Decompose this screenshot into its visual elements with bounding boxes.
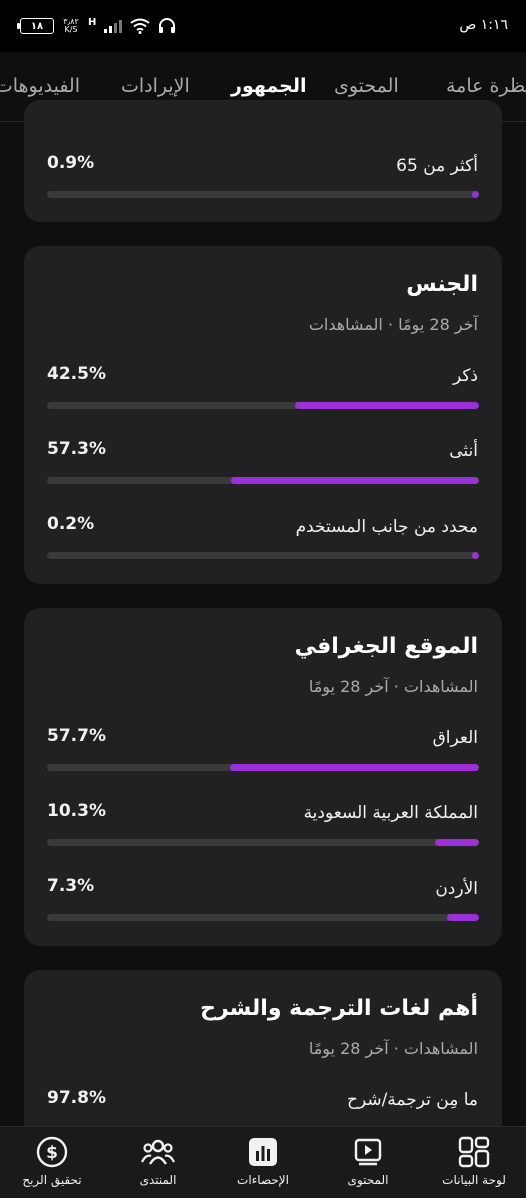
- network-speed-unit: K/S: [64, 25, 78, 34]
- nav-label: المحتوى: [347, 1173, 389, 1187]
- tab-overview[interactable]: نظرة عامة: [446, 75, 526, 97]
- row-label: العراق: [432, 728, 478, 748]
- content-icon: [354, 1138, 382, 1166]
- row-label: أكثر من 65: [396, 156, 478, 176]
- row-percent: 97.8%: [47, 1088, 106, 1108]
- progress-track: [47, 191, 479, 198]
- wifi-icon: [130, 18, 150, 34]
- cell-signal-icon: [104, 19, 123, 33]
- nav-earn[interactable]: $ تحقيق الربح: [2, 1135, 102, 1187]
- signal-type: H: [88, 16, 97, 28]
- progress-track: [47, 402, 479, 409]
- nav-label: المنتدى: [139, 1173, 177, 1187]
- card-title: الجنس: [406, 272, 478, 297]
- nav-label: تحقيق الربح: [22, 1173, 82, 1187]
- card-title: الموقع الجغرافي: [294, 634, 478, 659]
- row-label: المملكة العربية السعودية: [303, 803, 478, 823]
- community-icon: [141, 1139, 175, 1165]
- earn-icon: $: [36, 1136, 68, 1168]
- row-label: أنثى: [449, 441, 478, 461]
- card-subtitle: المشاهدات · آخر 28 يومًا: [308, 677, 478, 696]
- row-percent: 10.3%: [47, 801, 106, 821]
- progress-fill: [434, 839, 479, 846]
- nav-community[interactable]: المنتدى: [108, 1135, 208, 1187]
- battery-level: ١٨: [30, 20, 44, 32]
- progress-track: [47, 477, 479, 484]
- svg-text:$: $: [46, 1143, 58, 1163]
- row-percent: 0.9%: [47, 153, 95, 173]
- tab-revenue[interactable]: الإيرادات: [121, 75, 190, 97]
- row-percent: 7.3%: [47, 876, 95, 896]
- progress-track: [47, 552, 479, 559]
- row-percent: 57.3%: [47, 439, 106, 459]
- tab-content[interactable]: المحتوى: [334, 75, 399, 97]
- row-label: ذكر: [452, 366, 478, 386]
- progress-fill: [472, 552, 479, 559]
- geography-card[interactable]: الموقع الجغرافي المشاهدات · آخر 28 يومًا…: [24, 608, 502, 946]
- row-label: محدد من جانب المستخدم: [295, 517, 478, 537]
- dashboard-icon: [458, 1136, 490, 1168]
- progress-fill: [231, 477, 479, 484]
- progress-fill: [229, 764, 479, 771]
- progress-fill: [472, 191, 479, 198]
- row-percent: 42.5%: [47, 364, 106, 384]
- tab-audience[interactable]: الجمهور: [231, 75, 306, 97]
- nav-label: الإحصاءات: [237, 1173, 289, 1187]
- tab-videos[interactable]: الفيديوهات: [0, 75, 80, 97]
- row-label: الأردن: [435, 879, 478, 899]
- card-title: أهم لغات الترجمة والشرح: [200, 996, 478, 1021]
- status-bar: ١٨ ٣٫٨٢ K/S H ١:١٦ ص: [0, 0, 526, 52]
- progress-fill: [447, 914, 479, 921]
- progress-fill: [295, 402, 479, 409]
- row-label: ما مِن ترجمة/شرح: [346, 1090, 478, 1110]
- network-speed: ٣٫٨٢ K/S: [62, 18, 80, 34]
- progress-track: [47, 764, 479, 771]
- nav-content[interactable]: المحتوى: [318, 1135, 418, 1187]
- battery-icon: ١٨: [17, 18, 54, 34]
- bottom-navigation: لوحة البيانات المحتوى الإحصاءات المنتدى: [0, 1126, 526, 1198]
- row-percent: 0.2%: [47, 514, 95, 534]
- headphones-icon: [159, 18, 176, 33]
- analytics-icon: [249, 1138, 277, 1166]
- status-time: ١:١٦ ص: [459, 17, 508, 33]
- nav-label: لوحة البيانات: [442, 1173, 506, 1187]
- gender-card[interactable]: الجنس آخر 28 يومًا · المشاهدات ذكر 42.5%…: [24, 246, 502, 584]
- card-subtitle: آخر 28 يومًا · المشاهدات: [308, 315, 478, 334]
- card-subtitle: المشاهدات · آخر 28 يومًا: [308, 1039, 478, 1058]
- age-card: أكثر من 65 0.9%: [24, 100, 502, 222]
- progress-track: [47, 914, 479, 921]
- progress-track: [47, 839, 479, 846]
- status-icons: ١٨ ٣٫٨٢ K/S H: [17, 15, 176, 37]
- nav-dashboard[interactable]: لوحة البيانات: [424, 1135, 524, 1187]
- row-percent: 57.7%: [47, 726, 106, 746]
- nav-analytics[interactable]: الإحصاءات: [213, 1135, 313, 1187]
